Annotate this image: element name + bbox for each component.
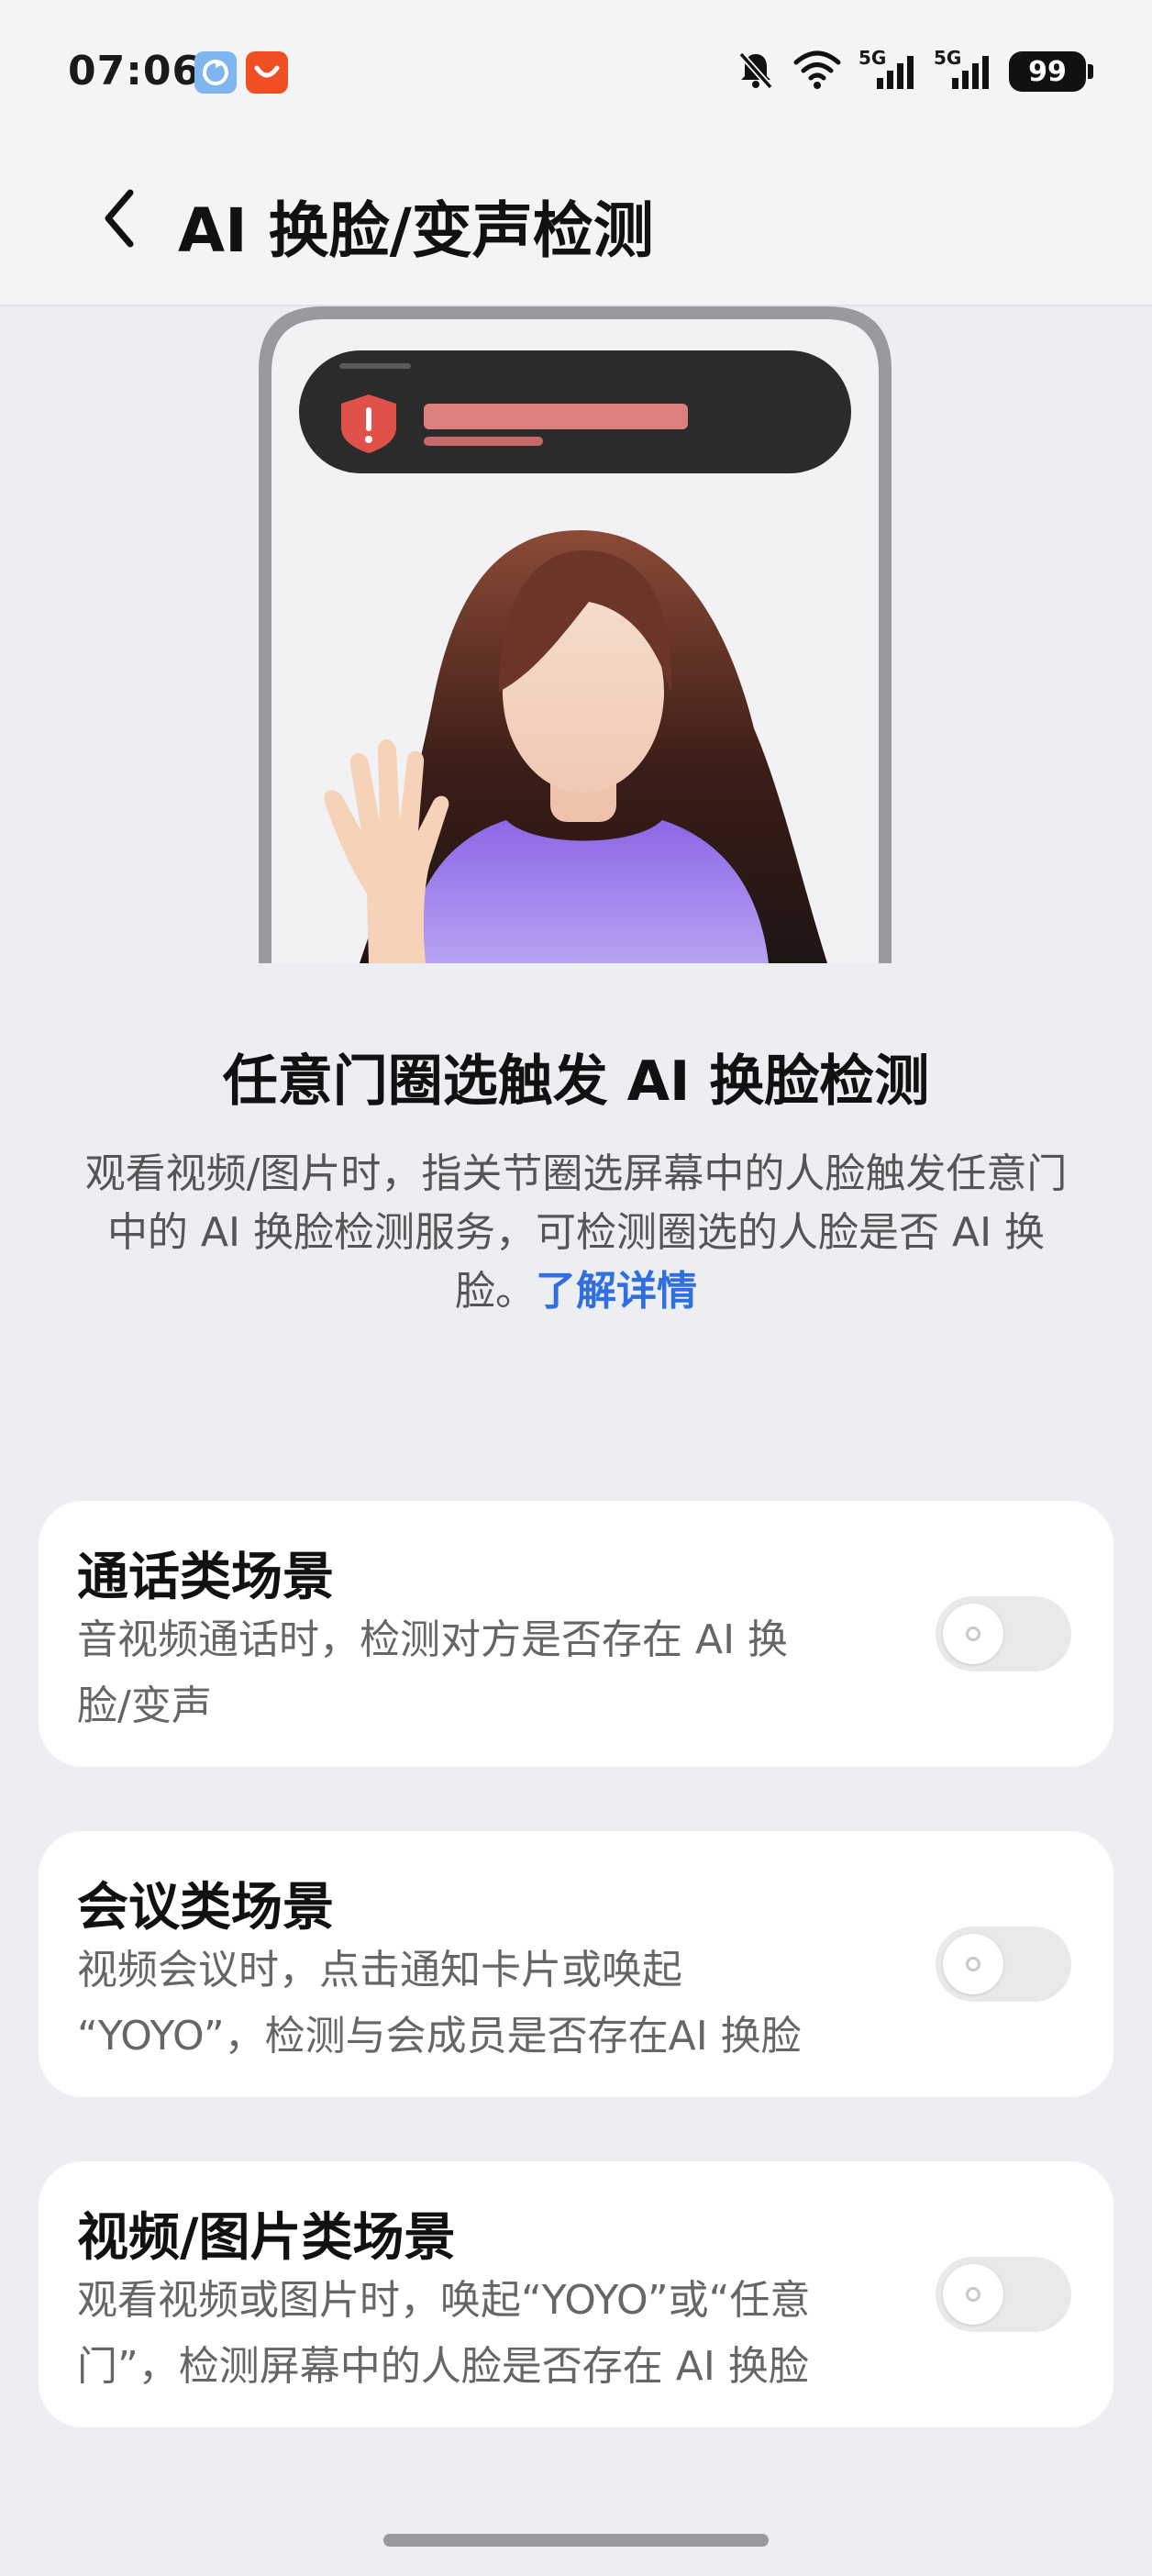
chevron-left-icon — [105, 189, 134, 248]
card-desc-line: 门”，检测屏幕中的人脸是否存在 AI 换脸 — [77, 2343, 809, 2390]
card-description: 视频会议时，点击通知卡片或唤起 “YOYO”，检测与会成员是否存在AI 换脸 — [77, 1938, 930, 2070]
card-description: 音视频通话时，检测对方是否存在 AI 换 脸/变声 — [77, 1607, 930, 1739]
card-desc-line: 音视频通话时，检测对方是否存在 AI 换 — [77, 1616, 789, 1663]
scenario-card-meeting: 会议类场景 视频会议时，点击通知卡片或唤起 “YOYO”，检测与会成员是否存在A… — [39, 1831, 1113, 2097]
signal-5g-icon: 5G — [934, 47, 992, 93]
app-shopping-icon — [246, 51, 288, 94]
card-desc-line: 观看视频或图片时，唤起“YOYO”或“任意 — [77, 2277, 811, 2324]
call-scenario-toggle[interactable] — [936, 1596, 1071, 1671]
feature-description: 观看视频/图片时，指关节圈选屏幕中的人脸触发任意门中的 AI 换脸检测服务，可检… — [83, 1145, 1069, 1321]
toggle-knob — [943, 1604, 1003, 1664]
toggle-knob — [943, 2264, 1003, 2325]
app-sync-icon — [194, 51, 237, 94]
meeting-scenario-toggle[interactable] — [936, 1926, 1071, 2002]
battery-level: 99 — [1028, 55, 1067, 88]
status-indicators: 5G 5G 99 — [736, 46, 1093, 97]
home-indicator[interactable] — [383, 2534, 769, 2547]
toggle-knob — [943, 1934, 1003, 1994]
feature-title: 任意门圈选触发 AI 换脸检测 — [222, 1049, 930, 1114]
signal-5g-icon: 5G — [858, 47, 917, 93]
app-header: AI 换脸/变声检测 — [0, 147, 1152, 306]
scenario-card-video-image: 视频/图片类场景 观看视频或图片时，唤起“YOYO”或“任意 门”，检测屏幕中的… — [39, 2161, 1113, 2427]
page-title: AI 换脸/变声检测 — [178, 195, 654, 266]
card-desc-line: “YOYO”，检测与会成员是否存在AI 换脸 — [77, 2013, 802, 2060]
card-desc-line: 脸/变声 — [77, 1682, 212, 1729]
card-desc-line: 视频会议时，点击通知卡片或唤起 — [77, 1947, 682, 1993]
card-description: 观看视频或图片时，唤起“YOYO”或“任意 门”，检测屏幕中的人脸是否存在 AI… — [77, 2268, 930, 2400]
video-image-scenario-toggle[interactable] — [936, 2257, 1071, 2332]
bell-muted-icon — [736, 49, 776, 94]
status-time: 07:06 — [68, 48, 202, 94]
card-title: 通话类场景 — [77, 1548, 334, 1607]
scenario-card-call: 通话类场景 音视频通话时，检测对方是否存在 AI 换 脸/变声 — [39, 1501, 1113, 1767]
wifi-icon — [792, 50, 842, 94]
card-title: 会议类场景 — [77, 1878, 334, 1938]
feature-illustration — [259, 306, 892, 963]
card-title: 视频/图片类场景 — [77, 2208, 456, 2268]
learn-more-link[interactable]: 了解详情 — [536, 1268, 697, 1315]
battery-icon: 99 — [1009, 51, 1093, 92]
back-button[interactable] — [88, 185, 154, 251]
status-bar: 07:06 5G 5G 99 — [0, 0, 1152, 147]
